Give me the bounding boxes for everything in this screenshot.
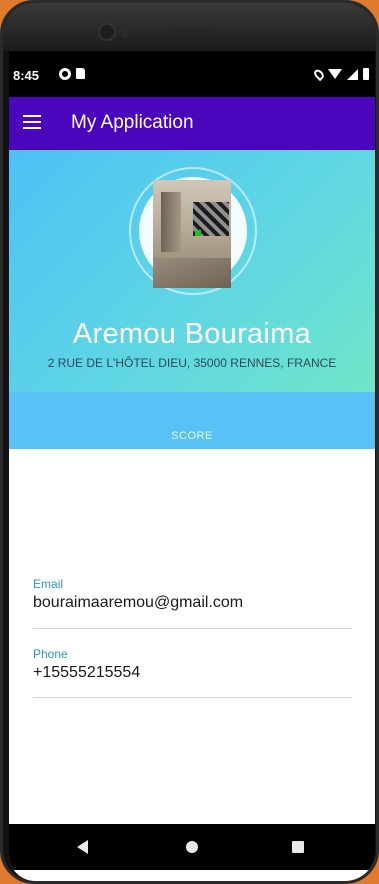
photo-shelf (161, 192, 181, 252)
device-bezel (3, 3, 376, 51)
app-title: My Application (71, 112, 194, 133)
phone-label: Phone (33, 647, 68, 661)
menu-line (23, 127, 41, 129)
menu-line (23, 115, 41, 117)
home-icon[interactable] (186, 841, 198, 853)
score-bar[interactable]: SCORE (9, 392, 375, 449)
menu-icon[interactable] (23, 115, 41, 129)
app-screen: 8:45 My Application Aremou Bouraima 2 RU… (9, 51, 375, 881)
back-icon[interactable] (77, 840, 88, 854)
email-value[interactable]: bouraimaaremou@gmail.com (33, 594, 352, 612)
score-label: SCORE (171, 430, 213, 442)
status-bar: 8:45 (9, 51, 375, 97)
system-nav-bar (9, 824, 375, 870)
profile-header: Aremou Bouraima 2 RUE DE L'HÔTEL DIEU, 3… (9, 150, 375, 392)
profile-address: 2 RUE DE L'HÔTEL DIEU, 35000 RENNES, FRA… (47, 356, 337, 370)
phone-value[interactable]: +15555215554 (33, 664, 352, 682)
location-icon (312, 67, 326, 81)
status-icons (312, 67, 369, 81)
status-time: 8:45 (13, 68, 40, 83)
app-bar: My Application (9, 97, 375, 150)
signal-icon (347, 68, 358, 80)
battery-icon (363, 68, 369, 80)
divider (33, 697, 352, 698)
earpiece-speaker (171, 30, 215, 36)
google-icon (59, 68, 71, 80)
email-label: Email (33, 577, 64, 591)
front-camera-icon (98, 23, 116, 41)
recents-icon[interactable] (292, 841, 304, 853)
profile-name: Aremou Bouraima (72, 318, 312, 350)
sd-card-icon (76, 68, 85, 79)
menu-line (23, 121, 41, 123)
phone-device: 8:45 My Application Aremou Bouraima 2 RU… (0, 0, 379, 884)
avatar[interactable] (153, 180, 231, 288)
photo-floor (153, 258, 231, 288)
sensor-icon (121, 27, 129, 37)
wifi-icon (328, 69, 342, 79)
phone-field[interactable]: Phone +15555215554 (33, 647, 352, 698)
email-field[interactable]: Email bouraimaaremou@gmail.com (33, 577, 352, 629)
divider (33, 628, 352, 629)
photo-light (195, 230, 201, 236)
